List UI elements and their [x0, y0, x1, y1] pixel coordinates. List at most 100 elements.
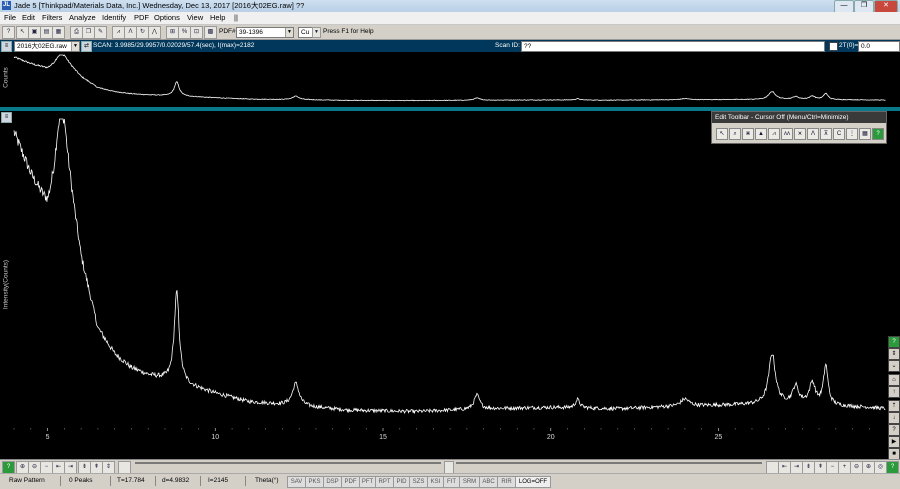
- tab-rpt[interactable]: RPT: [375, 476, 394, 488]
- menu-edit[interactable]: Edit: [22, 13, 35, 23]
- main-y-axis-label: Intensity(Counts): [2, 259, 10, 310]
- overview-chart: [13, 54, 886, 102]
- help-circle-icon[interactable]: ?: [872, 128, 884, 140]
- tab-pid[interactable]: PID: [393, 476, 410, 488]
- status-divider: [245, 476, 246, 486]
- peak-pair-icon[interactable]: ʌʌ: [781, 128, 793, 140]
- peak-icon[interactable]: ▲: [755, 128, 767, 140]
- tab-fit[interactable]: FIT: [443, 476, 460, 488]
- pdf-label: PDF#: [219, 28, 236, 35]
- tab-abc[interactable]: ABC: [479, 476, 498, 488]
- main-toolbar: ? ↖ ▣ ▤ ▦ ⎙ ❐ ✎ ⩘ Λ ↻ ⋀ ⊞ % ⊡ ▩ PDF# 39-…: [0, 25, 900, 40]
- search-match-icon[interactable]: ⊡: [190, 26, 203, 39]
- tab-dsp[interactable]: DSP: [323, 476, 342, 488]
- pdf-number-combo[interactable]: 39-1396 ▼: [236, 27, 294, 38]
- menu-options[interactable]: Options: [154, 13, 180, 23]
- arrow-down-icon[interactable]: ↓: [888, 412, 900, 424]
- scan-info-text: SCAN: 3.9985/29.9957/0.02029/57.4(sec), …: [93, 42, 255, 49]
- arrow-up-icon[interactable]: ↑: [888, 386, 900, 398]
- menu-filters[interactable]: Filters: [42, 13, 62, 23]
- menu-help[interactable]: Help: [210, 13, 225, 23]
- edit-toolbar[interactable]: Edit Toolbar - Cursor Off (Menu/Ctrl=Min…: [711, 111, 887, 144]
- background-icon[interactable]: ⩘: [768, 128, 780, 140]
- series-line-overview: [13, 54, 886, 102]
- status-divider: [200, 476, 201, 486]
- x-tick-label: 20: [547, 434, 555, 441]
- overlay-icon[interactable]: ⋀: [148, 26, 161, 39]
- tab-pdf[interactable]: PDF: [341, 476, 360, 488]
- chevron-down-icon[interactable]: ▼: [71, 42, 79, 51]
- tab-pft[interactable]: PFT: [359, 476, 376, 488]
- tool-icon[interactable]: ✎: [94, 26, 107, 39]
- tab-ksi[interactable]: KSI: [427, 476, 444, 488]
- chevron-down-icon[interactable]: ⌄: [888, 360, 900, 372]
- expand-icon[interactable]: ⇕: [888, 348, 900, 360]
- log-scale-toggle[interactable]: LOG=OFF: [515, 476, 551, 488]
- chevron-down-icon[interactable]: ▼: [312, 27, 321, 38]
- scan-id-label: Scan ID:: [495, 42, 520, 49]
- file-combo[interactable]: 2016大02EG.raw ▼: [14, 41, 80, 52]
- anode-value: Cu: [301, 29, 310, 36]
- status-divider: [110, 476, 111, 486]
- two-theta-label: 2T(0)=: [839, 42, 859, 49]
- status-divider: [155, 476, 156, 486]
- peak-add-icon[interactable]: ⋇: [742, 128, 754, 140]
- play-icon[interactable]: ▶: [888, 436, 900, 448]
- bottom-combo-left[interactable]: ▼: [135, 462, 441, 464]
- home-icon[interactable]: ⌂: [888, 374, 900, 386]
- tab-pks[interactable]: PKS: [305, 476, 324, 488]
- help-circle-icon[interactable]: ?: [888, 336, 900, 348]
- cursor-icon[interactable]: ↖: [716, 128, 728, 140]
- tab-srm[interactable]: SRM: [459, 476, 480, 488]
- status-axis-unit: Theta(°): [255, 477, 279, 484]
- x-tick-label: 15: [379, 434, 387, 441]
- overview-plot[interactable]: [0, 52, 900, 107]
- chevron-down-icon[interactable]: ▼: [285, 28, 293, 37]
- bottom-combo-right[interactable]: ▼: [456, 462, 762, 464]
- scan-id-input[interactable]: ??: [521, 41, 825, 52]
- chevron-down-icon[interactable]: ▼: [753, 463, 761, 464]
- overview-ylabel-area: Counts: [0, 52, 12, 107]
- two-theta-checkbox[interactable]: [829, 42, 838, 51]
- status-mode: Raw Pattern: [9, 477, 45, 484]
- window-title: Jade 5 [Thinkpad/Materials Data, Inc.] W…: [14, 1, 305, 10]
- status-two-theta: T=17.784: [117, 477, 145, 484]
- wave-icon[interactable]: Λ: [807, 128, 819, 140]
- tab-szs[interactable]: SZS: [409, 476, 428, 488]
- pdf-card-icon[interactable]: ▩: [204, 26, 217, 39]
- menu-file[interactable]: File: [4, 13, 16, 23]
- help-circle-icon[interactable]: ?: [888, 424, 900, 436]
- two-theta-input[interactable]: 0.0: [858, 41, 900, 52]
- title-bar: JL Jade 5 [Thinkpad/Materials Data, Inc.…: [0, 0, 900, 13]
- zoom-icon[interactable]: ⌕: [729, 128, 741, 140]
- main-chart: 5 10 15 20 25: [13, 118, 886, 441]
- right-button-strip: ? ⇕ ⌄ ⌂ ↑ ⇡ ↓ ? ▶ ■: [886, 334, 900, 460]
- jade-app-icon[interactable]: JL: [2, 1, 11, 10]
- marker-icon[interactable]: ⋮: [846, 128, 858, 140]
- fit-icon[interactable]: ⊼: [820, 128, 832, 140]
- swap-icon[interactable]: ⇄: [81, 41, 92, 52]
- tab-sav[interactable]: SAV: [287, 476, 306, 488]
- grid-icon[interactable]: ▦: [859, 128, 871, 140]
- bottom-toolbar: ? ⊕ ⊖ − ⇤ ⇥ ⇟ ⇞ ⇕ ▼ ▼ ⇤ ⇥ ⇟ ⇞ − + ⊖ ⊕ ◎ …: [0, 459, 900, 474]
- scan-info-bar: ≡ 2016大02EG.raw ▼ ⇄ SCAN: 3.9985/29.9957…: [0, 40, 900, 52]
- status-d-spacing: d=4.9832: [162, 477, 190, 484]
- plot-options-icon[interactable]: ≡: [1, 112, 12, 123]
- status-intensity: I=2145: [208, 477, 229, 484]
- peak-shape-icon[interactable]: ⩙: [794, 128, 806, 140]
- menu-view[interactable]: View: [187, 13, 203, 23]
- scroll-up-icon[interactable]: ⇡: [888, 400, 900, 412]
- menu-identify[interactable]: Identify: [102, 13, 126, 23]
- menu-pdf[interactable]: PDF: [134, 13, 149, 23]
- x-tick-label: 5: [46, 434, 50, 441]
- series-line-main: [13, 118, 886, 415]
- status-divider: [60, 476, 61, 486]
- chevron-down-icon[interactable]: ▼: [432, 463, 440, 464]
- save-icon[interactable]: ▦: [52, 26, 65, 39]
- calibrate-icon[interactable]: C: [833, 128, 845, 140]
- tab-rir[interactable]: RIR: [497, 476, 516, 488]
- main-plot[interactable]: 5 10 15 20 25: [0, 111, 900, 459]
- menu-analyze[interactable]: Analyze: [69, 13, 96, 23]
- main-ylabel-area: Intensity(Counts): [0, 111, 12, 459]
- status-help-text: Press F1 for Help: [323, 28, 374, 35]
